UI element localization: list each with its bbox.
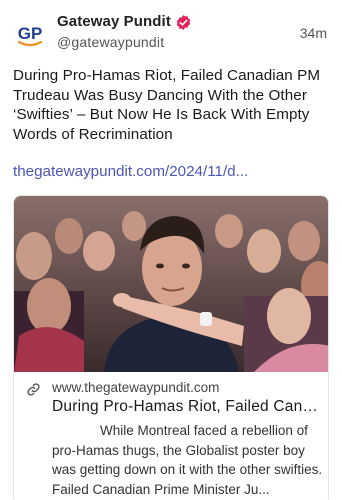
link-preview-card[interactable]: www.thegatewaypundit.com During Pro-Hama…	[13, 195, 329, 500]
concert-crowd-photo	[14, 196, 328, 372]
author-handle[interactable]: @gatewaypundit	[57, 34, 164, 50]
gp-logo: GP	[18, 24, 43, 47]
avatar-text: GP	[18, 24, 43, 43]
post-timestamp: 34m	[299, 25, 327, 41]
avatar[interactable]: GP	[11, 15, 49, 53]
card-domain: www.thegatewaypundit.com	[52, 380, 220, 395]
verified-badge-icon	[176, 15, 191, 30]
post[interactable]: GP Gateway Pundit @gatewaypundit 34m Dur…	[0, 0, 342, 500]
card-title[interactable]: During Pro-Hamas Riot, Failed Canadi...	[52, 398, 322, 416]
link-icon	[27, 383, 40, 396]
card-meta[interactable]: www.thegatewaypundit.com During Pro-Hama…	[14, 372, 328, 500]
post-link[interactable]: thegatewaypundit.com/2024/11/d...	[13, 163, 333, 180]
card-description: While Montreal faced a rebellion of pro-…	[52, 423, 323, 497]
author-name[interactable]: Gateway Pundit	[57, 13, 171, 30]
card-image[interactable]	[14, 196, 328, 372]
post-text: During Pro-Hamas Riot, Failed Canadian P…	[13, 67, 321, 143]
